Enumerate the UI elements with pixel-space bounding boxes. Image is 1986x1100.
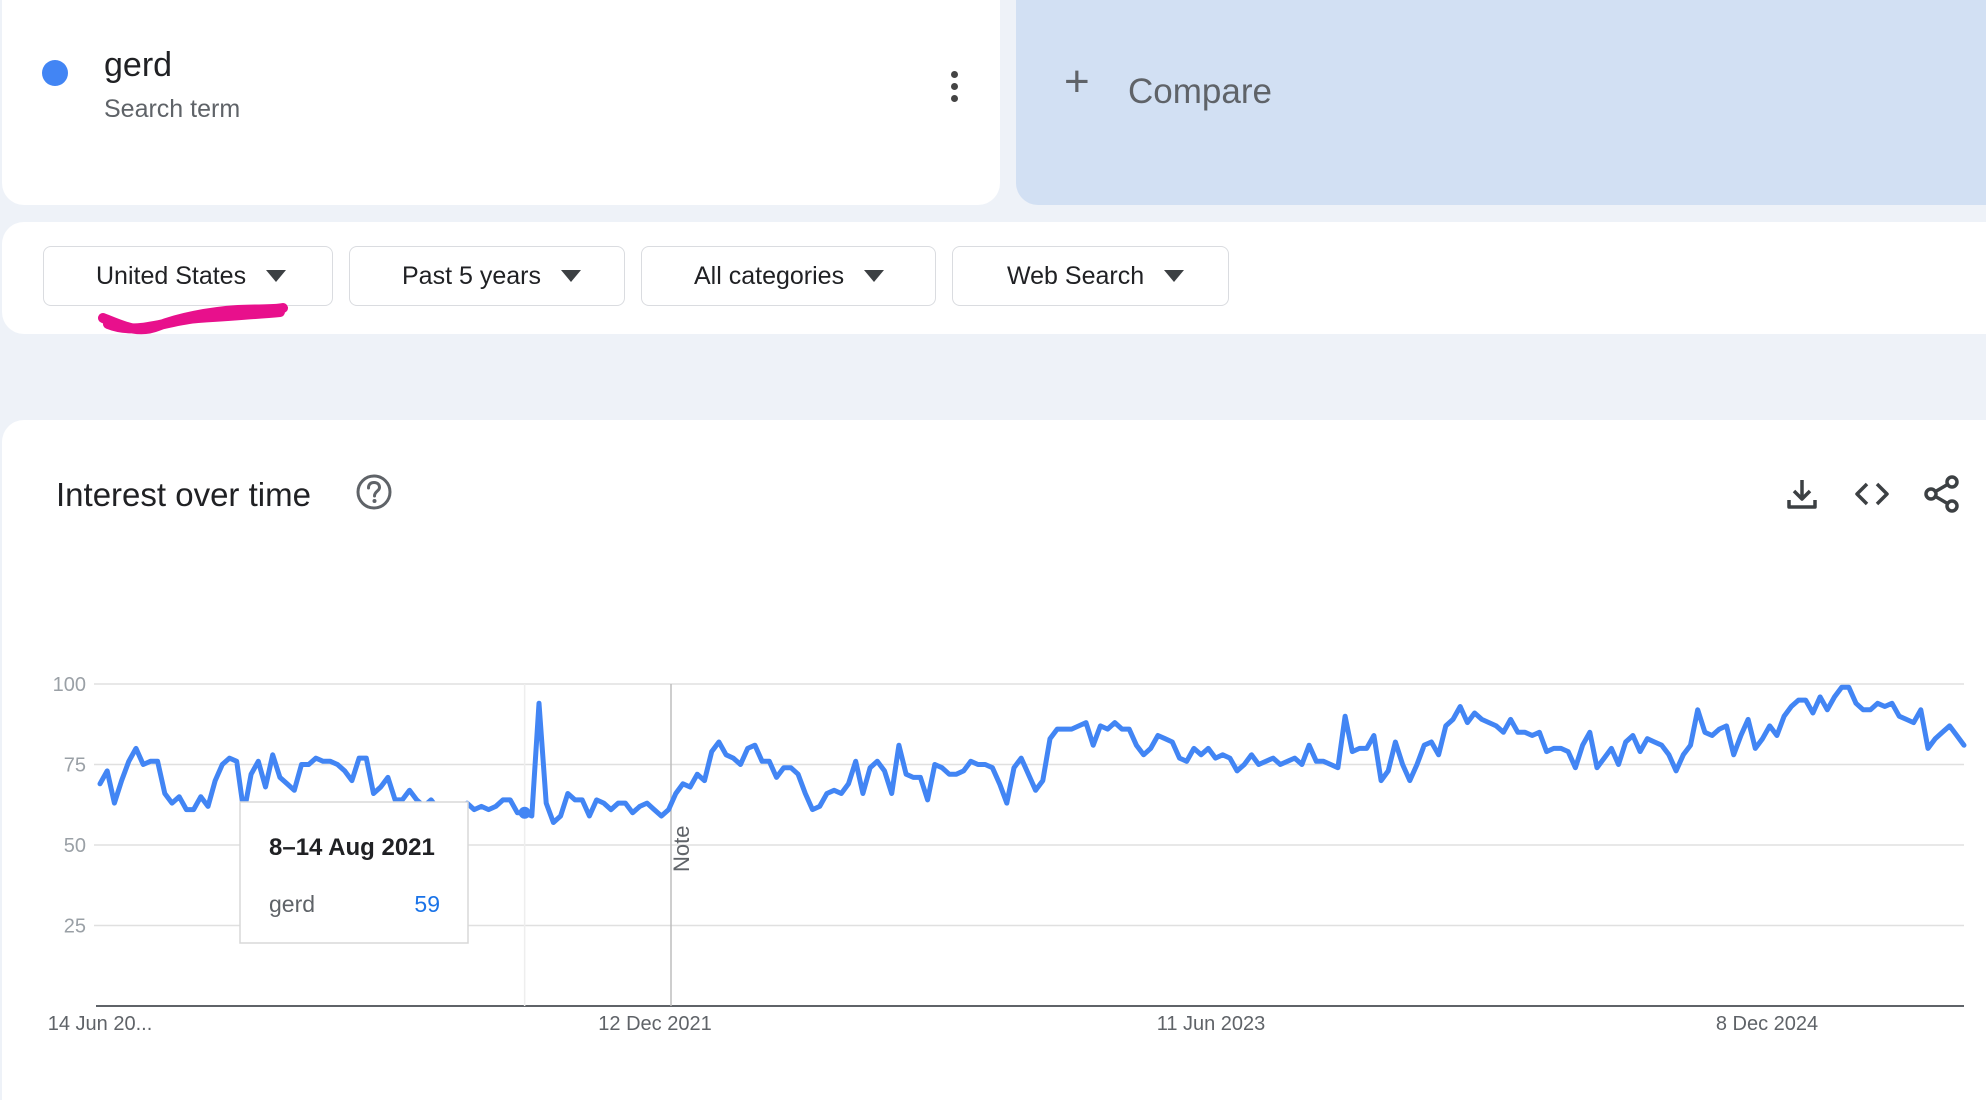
interest-over-time-chart: 25 50 75 100 14 Jun 20... 12 Dec 2021 11 Jun 2… — [48, 674, 1967, 1035]
y-tick-label: 25 — [64, 916, 86, 938]
x-tick-label: 14 Jun 20... — [48, 1013, 153, 1035]
tooltip-date: 8–14 Aug 2021 — [269, 834, 435, 861]
y-tick-label: 75 — [64, 755, 86, 777]
tooltip: 8–14 Aug 2021 gerd 59 — [239, 801, 469, 944]
tooltip-term: gerd — [269, 891, 315, 917]
note-label[interactable]: Note — [669, 826, 694, 872]
x-tick-label: 12 Dec 2021 — [598, 1013, 711, 1035]
y-tick-label: 100 — [53, 674, 86, 696]
hover-point[interactable] — [518, 806, 531, 819]
x-tick-label: 11 Jun 2023 — [1157, 1013, 1266, 1035]
x-tick-label: 8 Dec 2024 — [1716, 1013, 1818, 1035]
y-tick-label: 50 — [64, 835, 86, 857]
tooltip-value: 59 — [414, 891, 440, 917]
tooltip-box — [239, 801, 469, 944]
